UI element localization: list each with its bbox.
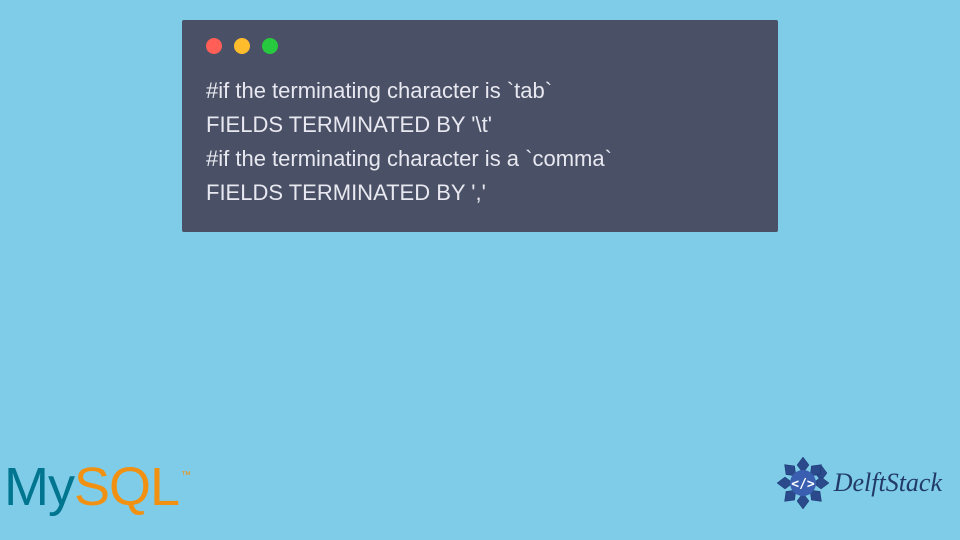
svg-text:</>: </> (791, 477, 815, 492)
minimize-dot-icon (234, 38, 250, 54)
maximize-dot-icon (262, 38, 278, 54)
close-dot-icon (206, 38, 222, 54)
delftstack-icon: </> (774, 454, 832, 512)
code-window: #if the terminating character is `tab` F… (182, 20, 778, 232)
code-line: #if the terminating character is `tab` (206, 74, 754, 108)
code-line: FIELDS TERMINATED BY ',' (206, 176, 754, 210)
window-controls (206, 38, 754, 54)
code-line: #if the terminating character is a `comm… (206, 142, 754, 176)
mysql-tm: ™ (181, 470, 190, 481)
mysql-my: My (4, 457, 74, 517)
mysql-sql: SQL (74, 457, 179, 517)
code-line: FIELDS TERMINATED BY '\t' (206, 108, 754, 142)
delftstack-text: DelftStack (834, 468, 942, 498)
delftstack-logo: </> DelftStack (774, 454, 942, 512)
mysql-logo: MySQL™ (4, 456, 188, 518)
